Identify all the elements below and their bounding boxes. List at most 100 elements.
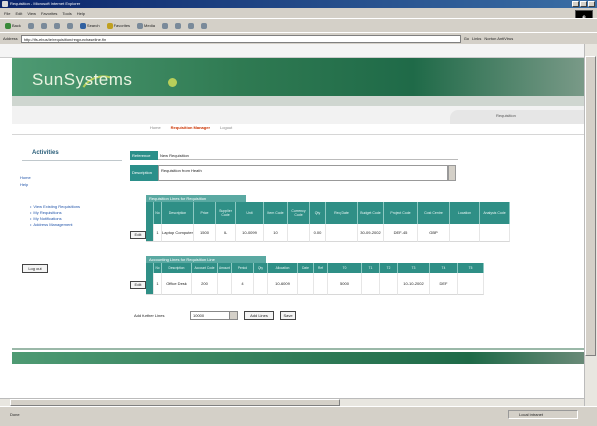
col-header: Amount (218, 263, 232, 273)
col-header (146, 202, 154, 224)
accounting-lines-header: No Description Account Code Amount Perio… (146, 263, 484, 273)
col-header: T5 (458, 263, 484, 273)
reference-value: New Requisition (158, 151, 458, 160)
mail-button[interactable] (173, 21, 183, 31)
sidebar-item-notifications[interactable]: My Notifications (30, 216, 61, 221)
sidebar-link-help[interactable]: Help (20, 182, 28, 187)
accounting-lines-caption: Accounting Lines for Requisition Line (146, 256, 266, 263)
description-scrollbar[interactable] (448, 165, 456, 181)
description-textarea[interactable]: Requisition from Heath (158, 165, 448, 181)
forward-button[interactable] (26, 21, 36, 31)
sidebar-divider (22, 160, 122, 161)
table-cell: 4 (232, 273, 254, 295)
logout-button[interactable]: Log out (22, 264, 48, 273)
requisition-lines-caption: Requisition Lines for Requisition (146, 195, 246, 202)
search-button[interactable]: Search (78, 21, 102, 31)
stop-icon (40, 22, 47, 29)
table-cell (450, 224, 480, 242)
menu-tools[interactable]: Tools (62, 11, 71, 16)
table-cell (480, 224, 510, 242)
col-header: Description (162, 263, 192, 273)
edit-accounting-line-button[interactable]: Edit (130, 281, 146, 289)
norton-label[interactable]: Norton AntiVirus (484, 36, 513, 41)
menu-file[interactable]: File (4, 11, 10, 16)
table-cell (218, 273, 232, 295)
sidebar-item-my-requisitions[interactable]: My Requisitions (30, 210, 61, 215)
col-header: Supplier Code (216, 202, 236, 224)
sidebar-link-home[interactable]: Home (20, 175, 31, 180)
links-label[interactable]: Links (472, 36, 481, 41)
window-title: Requisition - Microsoft Internet Explore… (10, 1, 81, 6)
edit-button[interactable] (199, 21, 209, 31)
edit-line-button[interactable]: Edit (130, 231, 146, 239)
col-header: Project Code (384, 202, 418, 224)
col-header: Qty (310, 202, 326, 224)
print-icon (187, 22, 194, 29)
col-header: Unit (236, 202, 264, 224)
nav-link-logout[interactable]: Logout (220, 125, 232, 130)
nav-link-requisition-manager[interactable]: Requisition Manager (171, 125, 210, 130)
table-cell (380, 273, 398, 295)
col-header: T3 (398, 263, 430, 273)
table-row[interactable]: 1 Office Desk 200 4 10-6009 5000 10-10-2… (146, 273, 484, 295)
back-arrow-icon (5, 22, 11, 29)
maximize-button[interactable] (580, 1, 587, 7)
close-button[interactable] (588, 1, 595, 7)
table-cell: 30-09-2002 (358, 224, 384, 242)
minimize-button[interactable] (572, 1, 579, 7)
back-button[interactable]: Back (3, 21, 23, 31)
row-select-cell[interactable] (146, 273, 154, 295)
history-button[interactable] (160, 21, 170, 31)
refresh-button[interactable] (52, 21, 62, 31)
menu-bar: File Edit View Favorites Tools Help (0, 8, 597, 18)
col-header: Item Code (264, 202, 288, 224)
menu-favorites[interactable]: Favorites (41, 11, 57, 16)
table-cell (254, 273, 268, 295)
address-bar: Address http://ifs-ebus/ie/requisition/r… (0, 32, 597, 44)
table-cell: Office Desk (162, 273, 192, 295)
sidebar-item-existing-requisitions[interactable]: View Existing Requisitions (30, 204, 80, 209)
media-button[interactable]: Media (135, 21, 157, 31)
media-icon (137, 22, 144, 29)
nav-links: Home Requisition Manager Logout (150, 125, 232, 130)
add-lines-label: Add further Lines (134, 313, 165, 318)
row-select-cell[interactable] (146, 224, 154, 242)
table-row[interactable]: 1 Laptop Computer 1500 IL 10-0099 10 0.0… (146, 224, 510, 242)
table-cell: 1 (154, 224, 162, 242)
footer-banner (12, 352, 585, 364)
favorites-button[interactable]: Favorites (105, 21, 132, 31)
edit-icon (200, 22, 207, 29)
horizontal-scroll-thumb[interactable] (10, 399, 340, 406)
sidebar-item-address-management[interactable]: Address Management (30, 222, 72, 227)
home-button[interactable] (65, 21, 75, 31)
nav-link-home[interactable]: Home (150, 125, 161, 130)
mail-icon (174, 22, 181, 29)
table-cell: Laptop Computer (162, 224, 194, 242)
col-header: Account Code (192, 263, 218, 273)
col-header: Qty (254, 263, 268, 273)
print-button[interactable] (186, 21, 196, 31)
col-header: Location (450, 202, 480, 224)
address-input[interactable]: http://ifs-ebus/ie/requisition/reqpurcha… (20, 34, 461, 43)
tab-requisition[interactable] (450, 110, 585, 124)
col-header: Ref (314, 263, 328, 273)
stop-button[interactable] (39, 21, 49, 31)
add-lines-select[interactable]: 10000 (190, 311, 238, 320)
table-cell (314, 273, 328, 295)
brand-logo: SunSystems (32, 70, 133, 89)
col-header: Date (298, 263, 314, 273)
menu-help[interactable]: Help (77, 11, 85, 16)
go-button[interactable]: Go (464, 36, 469, 41)
menu-edit[interactable]: Edit (15, 11, 22, 16)
table-cell: 10-0099 (236, 224, 264, 242)
browser-toolbar: Back Search Favorites Media (0, 18, 597, 32)
menu-view[interactable]: View (27, 11, 36, 16)
table-cell (326, 224, 358, 242)
vertical-scroll-thumb[interactable] (585, 56, 596, 356)
history-icon (161, 22, 168, 29)
col-header: No (154, 263, 162, 273)
footer-divider (12, 348, 585, 350)
col-header: T4 (430, 263, 458, 273)
save-button[interactable]: Save (280, 311, 296, 320)
add-lines-button[interactable]: Add Lines (244, 311, 274, 320)
